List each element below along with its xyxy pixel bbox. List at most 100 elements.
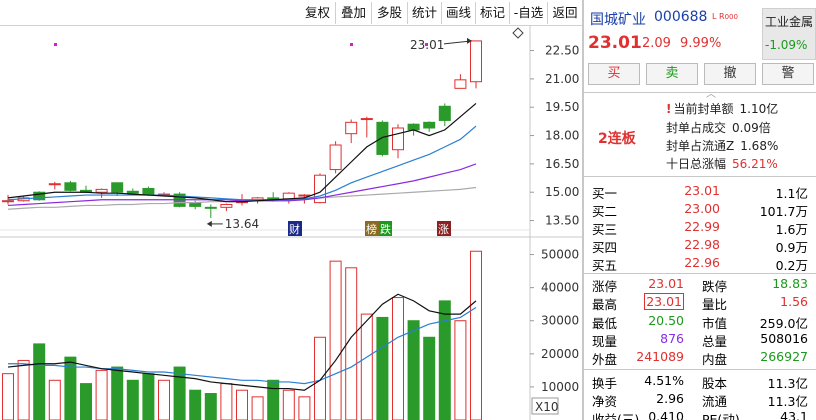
sell-button[interactable]: 卖 [646, 63, 698, 85]
stat-row: 现量 876 总量 508016 [592, 331, 812, 349]
volume-bar [95, 369, 108, 420]
price-change-percent: 9.99% [680, 36, 722, 51]
volume-bar [392, 297, 404, 420]
stat-row: 外盘 241089 内盘 266927 [592, 349, 812, 367]
stat-label: 最高 [592, 297, 618, 312]
info-value: 0.09倍 [732, 121, 771, 135]
bid-price: 22.98 [684, 237, 720, 252]
divider [584, 92, 816, 93]
orderbook-bid-2[interactable]: 买二 23.00 101.7万 [592, 201, 812, 219]
bid-price: 23.00 [684, 201, 720, 216]
stat-label: 涨停 [592, 279, 618, 294]
seal-amount-row: ! 当前封单额 1.10亿 [666, 100, 778, 117]
alert-button[interactable]: 警 [762, 63, 814, 85]
sector-change: -1.09% [765, 38, 808, 52]
volume-bar [329, 260, 342, 420]
stat-value: 0.410 [648, 409, 684, 420]
orderbook-bid-5[interactable]: 买五 22.96 0.2万 [592, 255, 812, 273]
price-change: 2.09 [642, 36, 671, 51]
cancel-order-button[interactable]: 撤 [704, 63, 756, 85]
stat-value: 259.0亿 [759, 316, 808, 331]
low-price-label: 13.64 [225, 217, 259, 231]
toolbar-remove-watchlist-button[interactable]: -自选 [510, 2, 548, 24]
info-label: 封单占流通Z [666, 139, 735, 153]
toolbar-back-button[interactable]: 返回 [548, 2, 582, 24]
low-arrow-head [206, 220, 212, 227]
kline-chart[interactable]: 22.50 21.00 19.50 18.00 16.50 15.00 13.50 50000… [0, 26, 582, 420]
toolbar-draw-line-button[interactable]: 画线 [442, 2, 476, 24]
volume-ma5-line [7, 293, 477, 391]
bid-qty: 1.6万 [775, 222, 808, 237]
volume-bar [282, 389, 295, 420]
candle-body [360, 118, 373, 121]
volume-bar [454, 320, 467, 420]
volume-axis-label: 40000 [541, 281, 579, 295]
volume-axis-label: 30000 [541, 314, 579, 328]
sector-box[interactable]: 工业金属 -1.09% [762, 8, 816, 60]
buy-button[interactable]: 买 [588, 63, 640, 85]
toolbar-overlay-button[interactable]: 叠加 [336, 2, 372, 24]
orderbook-bid-3[interactable]: 买三 22.99 1.6万 [592, 219, 812, 237]
stat-value: 266927 [760, 349, 808, 364]
warning-icon: ! [666, 102, 672, 116]
volume-bar [189, 389, 202, 420]
stat-label: 股本 [702, 376, 728, 391]
volume-ma10-line [8, 306, 477, 385]
toolbar-mark-button[interactable]: 标记 [476, 2, 510, 24]
stat-value: 4.51% [644, 373, 684, 388]
orderbook-bid-1[interactable]: 买一 23.01 1.1亿 [592, 183, 812, 201]
stat-row: 净资 2.96 流通 11.3亿 [592, 391, 812, 409]
volume-axis-label: 20000 [541, 347, 579, 361]
candle-body [111, 182, 124, 193]
stat-value: 43.1 [780, 409, 808, 420]
candle-body [2, 200, 14, 203]
candle-body [392, 127, 404, 151]
volume-bar [423, 336, 436, 420]
info-value: 1.68% [740, 139, 779, 153]
stat-value: 11.3亿 [767, 394, 808, 409]
stat-label: 净资 [592, 394, 618, 409]
volume-bar [80, 383, 92, 420]
stat-value: 11.3亿 [767, 376, 808, 391]
price-axis-label: 18.00 [545, 129, 579, 143]
bid-qty: 0.9万 [775, 240, 808, 255]
toolbar-fuquan-button[interactable]: 复权 [300, 2, 336, 24]
toolbar-stats-button[interactable]: 统计 [408, 2, 442, 24]
bid-label: 买三 [592, 222, 618, 237]
volume-bar [376, 316, 389, 420]
candle-body [438, 105, 451, 121]
info-value: 56.21% [732, 157, 778, 171]
volume-bar [17, 359, 30, 420]
volume-bar [111, 366, 124, 420]
ma10-line [7, 125, 477, 201]
candle-body [95, 188, 108, 193]
seal-turnover-row: 封单占成交 0.09倍 [666, 119, 771, 136]
price-axis-label: 13.50 [545, 214, 579, 228]
volume-bar [438, 300, 451, 420]
stat-label: 最低 [592, 316, 618, 331]
kline-chart-area[interactable]: 22.50 21.00 19.50 18.00 16.50 15.00 13.50 50000… [0, 26, 582, 420]
stat-label: PE(动) [702, 412, 740, 420]
toolbar-multi-stock-button[interactable]: 多股 [372, 2, 408, 24]
chart-toolbar: 复权 叠加 多股 统计 画线 标记 -自选 返回 [0, 0, 582, 26]
candle-body [470, 40, 482, 83]
volume-bar [33, 343, 46, 420]
limit-up-streak: 2连板 [598, 131, 636, 147]
stat-row: 涨停 23.01 跌停 18.83 [592, 276, 812, 294]
stat-label: 换手 [592, 376, 618, 391]
stat-value: 508016 [760, 331, 808, 346]
stat-row: 最低 20.50 市值 259.0亿 [592, 313, 812, 331]
event-dot [350, 43, 353, 46]
price-axis-label: 15.00 [545, 185, 579, 199]
volume-unit-label: X10 [535, 400, 559, 414]
bid-label: 买一 [592, 186, 618, 201]
stat-value: 876 [660, 331, 684, 346]
bid-price: 23.01 [684, 183, 720, 198]
stat-label: 量比 [702, 297, 728, 312]
candle-body [376, 121, 389, 155]
volume-bar [360, 313, 373, 420]
volume-bar [48, 379, 61, 420]
orderbook-bid-4[interactable]: 买四 22.98 0.9万 [592, 237, 812, 255]
divider [584, 369, 816, 370]
volume-bar [173, 366, 186, 420]
